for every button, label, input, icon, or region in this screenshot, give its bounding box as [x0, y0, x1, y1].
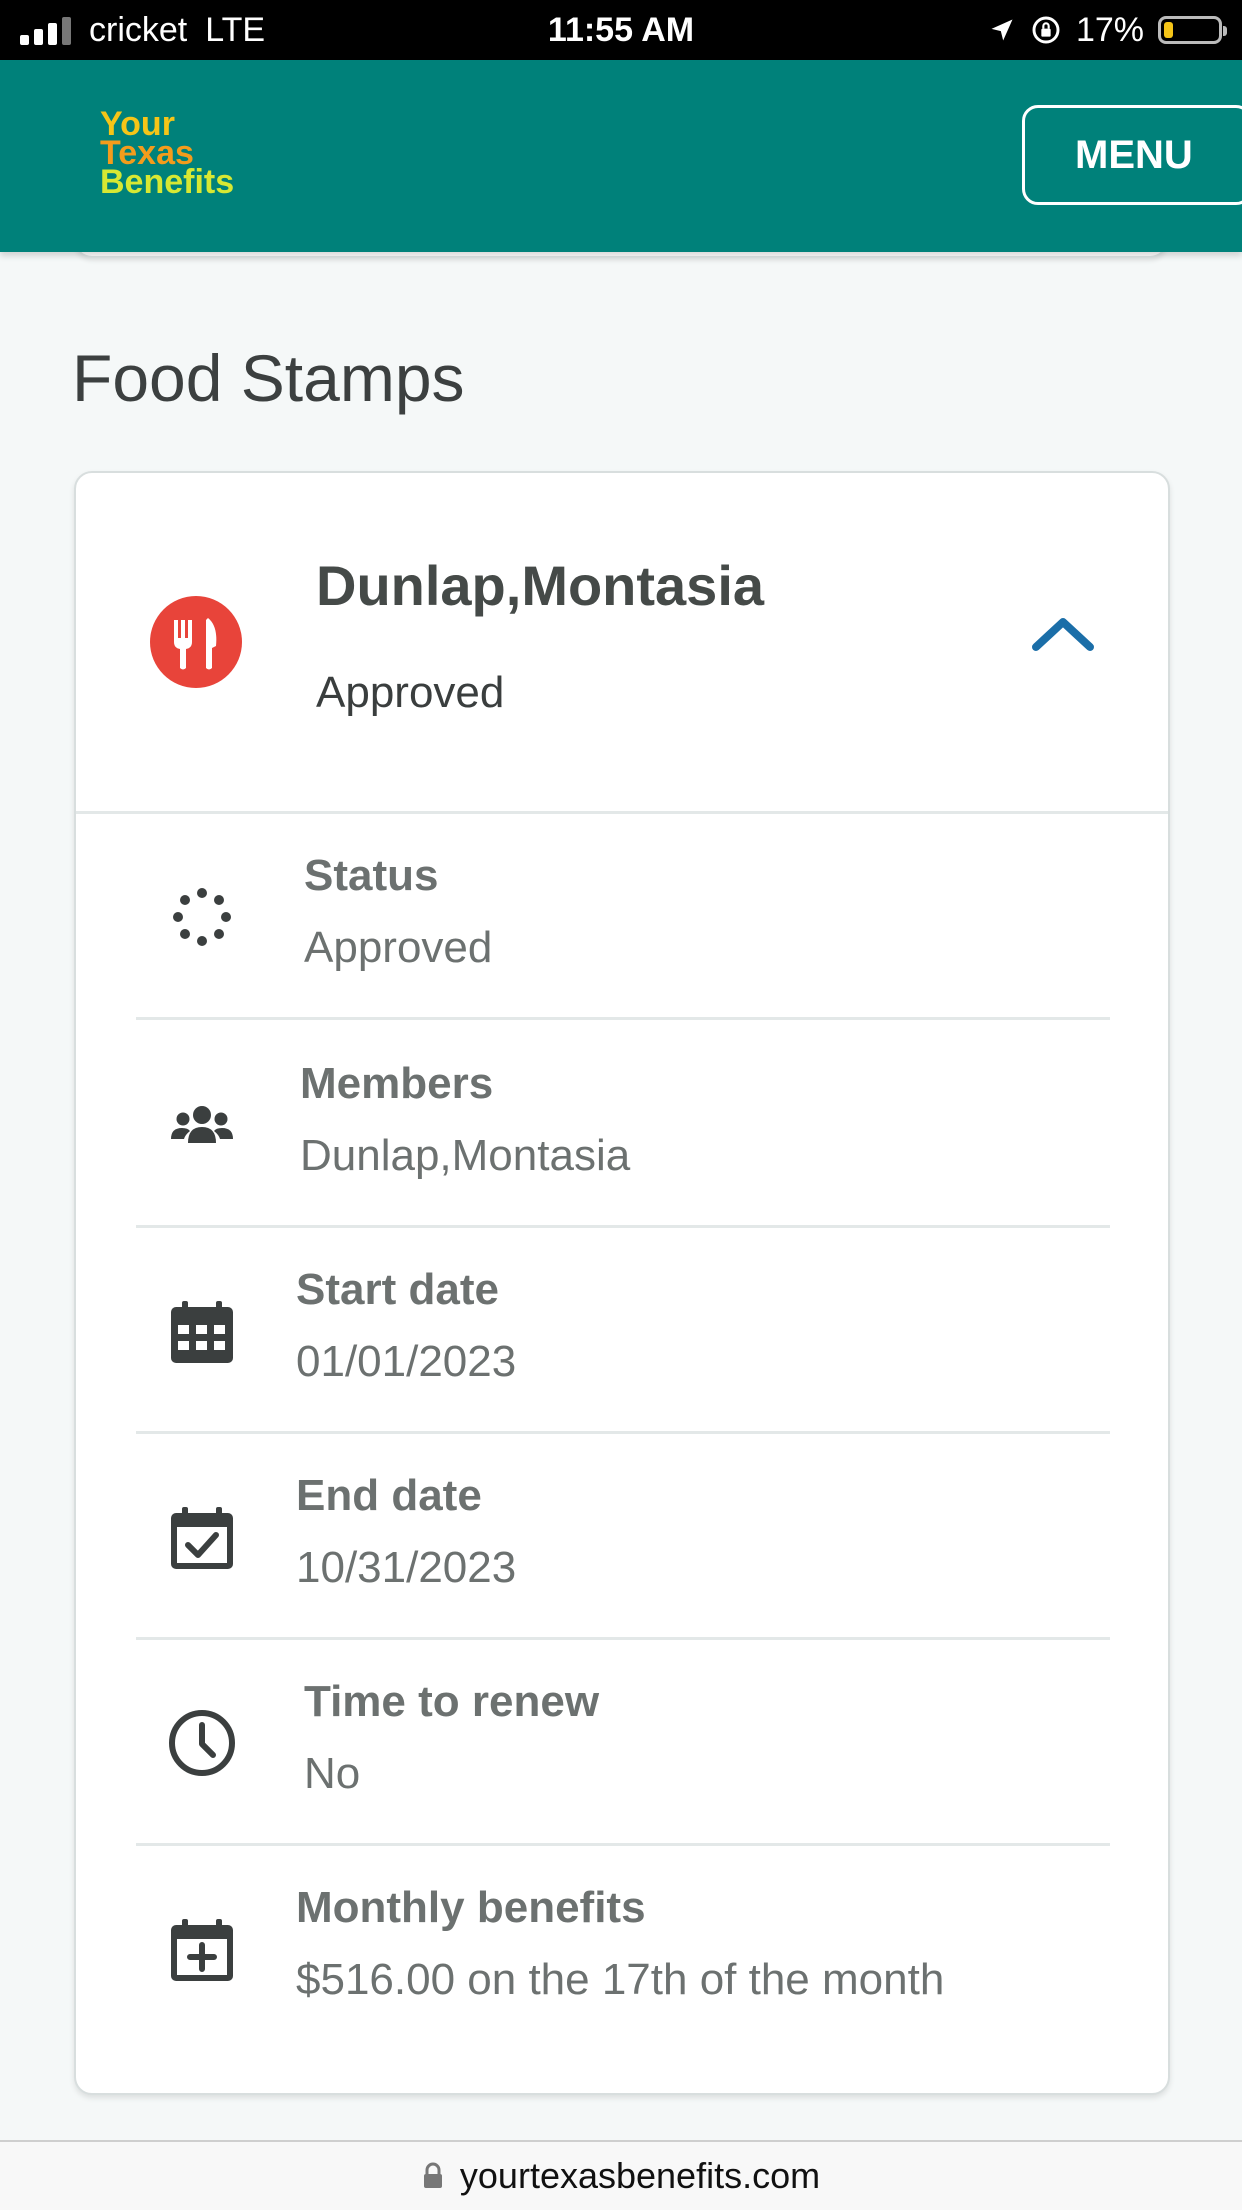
lock-icon: [423, 2162, 442, 2188]
menu-button[interactable]: MENU: [1022, 105, 1242, 205]
detail-value: Approved: [304, 923, 493, 972]
detail-label: Monthly benefits: [296, 1883, 646, 1932]
site-header: Your Texas Benefits MENU: [0, 60, 1242, 252]
detail-row-monthly-benefits: Monthly benefits $516.00 on the 17th of …: [136, 1843, 1110, 2049]
battery-icon: [1158, 16, 1227, 44]
battery-level: [1164, 22, 1173, 38]
detail-value: 01/01/2023: [296, 1337, 517, 1386]
detail-value: No: [304, 1749, 361, 1798]
detail-label: Members: [300, 1059, 494, 1108]
detail-label: End date: [296, 1471, 482, 1520]
spinner-dots-icon: [173, 888, 231, 946]
card-member-name: Dunlap,Montasia: [316, 554, 765, 617]
detail-label: Status: [304, 851, 439, 900]
calendar-plus-icon: [171, 1919, 233, 1981]
detail-value: Dunlap,Montasia: [300, 1131, 631, 1180]
benefit-card: Dunlap,Montasia Approved Status Approved: [74, 471, 1170, 2095]
detail-label: Time to renew: [304, 1677, 600, 1726]
people-group-icon: [171, 1106, 233, 1143]
detail-row-members: Members Dunlap,Montasia: [136, 1019, 1110, 1228]
card-status: Approved: [316, 668, 505, 717]
detail-value: 10/31/2023: [296, 1543, 517, 1592]
detail-value: $516.00 on the 17th of the month: [296, 1955, 945, 2004]
chevron-up-icon[interactable]: [1030, 613, 1096, 653]
clock-icon: [169, 1710, 235, 1776]
orientation-lock-icon: [1032, 16, 1060, 44]
benefit-card-header[interactable]: Dunlap,Montasia Approved: [76, 473, 1168, 814]
detail-row-end-date: End date 10/31/2023: [136, 1431, 1110, 1640]
browser-url-bar[interactable]: yourtexasbenefits.com: [0, 2140, 1242, 2210]
location-arrow-icon: [991, 19, 1013, 41]
detail-label: Start date: [296, 1265, 499, 1314]
detail-row-time-to-renew: Time to renew No: [136, 1637, 1110, 1846]
logo-line-3: Benefits: [100, 163, 235, 201]
calendar-grid-icon: [171, 1301, 233, 1363]
status-bar-right: 17%: [988, 0, 1227, 60]
url-text: yourtexasbenefits.com: [459, 2155, 821, 2196]
detail-row-status: Status Approved: [136, 811, 1110, 1020]
status-bar: cricket LTE 11:55 AM 17%: [0, 0, 1242, 60]
battery-percent: 17%: [1075, 10, 1144, 49]
detail-row-start-date: Start date 01/01/2023: [136, 1225, 1110, 1434]
page-title: Food Stamps: [72, 341, 465, 415]
fork-knife-icon: [150, 596, 242, 688]
calendar-check-icon: [171, 1507, 233, 1569]
your-texas-benefits-logo[interactable]: Your Texas Benefits: [100, 107, 235, 201]
